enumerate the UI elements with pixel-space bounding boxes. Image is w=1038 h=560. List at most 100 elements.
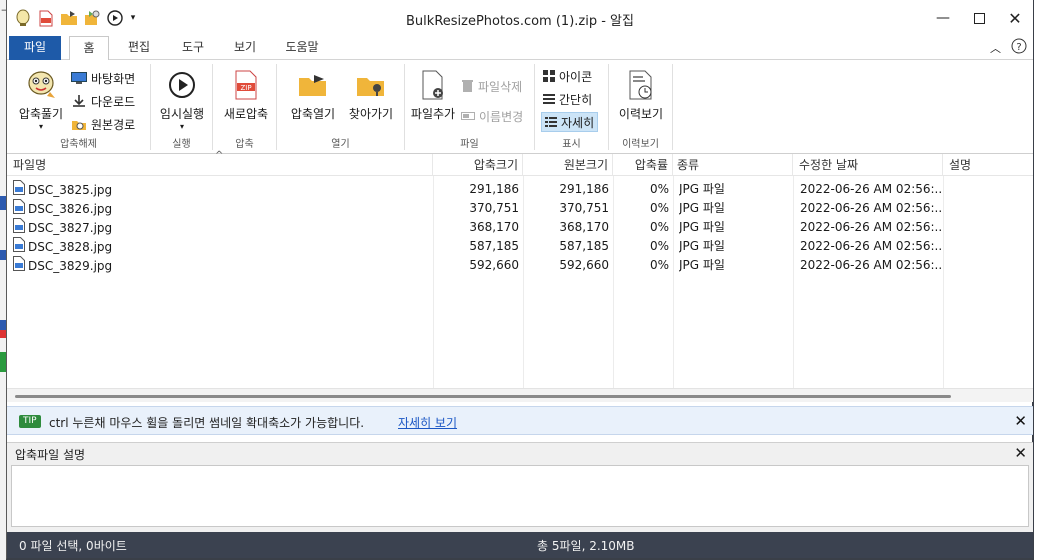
download-icon — [73, 95, 85, 107]
tip-details-link[interactable]: 자세히 보기 — [398, 414, 457, 431]
cell-ratio: 0% — [649, 239, 669, 253]
jpg-file-icon — [13, 218, 25, 237]
view-icons-button[interactable]: 아이콘 — [543, 66, 592, 86]
add-file-button[interactable]: 파일추가 — [407, 68, 459, 122]
view-details-button[interactable]: 자세히 — [541, 112, 599, 132]
jpg-file-icon — [13, 180, 25, 199]
cell-modified: 2022-06-26 AM 02:56:... — [800, 201, 942, 215]
column-name[interactable]: 파일명 — [9, 154, 433, 176]
tip-text: ctrl 누른채 마우스 휠을 돌리면 썸네일 확대축소가 가능합니다. — [49, 416, 365, 430]
group-label-display: 표시 — [562, 139, 581, 150]
group-label-file: 파일 — [460, 139, 479, 150]
extract-mascot-icon — [13, 68, 69, 102]
table-row[interactable]: DSC_3826.jpg 370,751 370,751 0% JPG 파일 2022-0… — [7, 199, 1033, 218]
cell-type: JPG 파일 — [679, 220, 725, 234]
open-folder-icon — [283, 68, 343, 102]
maximize-button[interactable] — [961, 0, 997, 36]
table-row[interactable]: DSC_3825.jpg 291,186 291,186 0% JPG 파일 2022-0… — [7, 180, 1033, 199]
help-icon[interactable]: ? — [1011, 38, 1027, 57]
details-icon — [545, 117, 557, 127]
column-original-size[interactable]: 원본크기 — [523, 154, 613, 176]
status-selection: 0 파일 선택, 0바이트 — [19, 539, 127, 553]
rename-icon — [461, 112, 475, 120]
column-ratio[interactable]: 압축률 — [613, 154, 673, 176]
history-button[interactable]: 이력보기 — [613, 68, 669, 122]
group-label-run: 실행 — [172, 139, 191, 150]
scrollbar-thumb[interactable] — [15, 395, 951, 398]
collapse-ribbon-icon[interactable]: ︿ — [990, 40, 1001, 56]
cell-ratio: 0% — [649, 182, 669, 196]
file-list: DSC_3825.jpg 291,186 291,186 0% JPG 파일 2022-0… — [7, 176, 1033, 388]
extract-dropdown-icon[interactable]: ▾ — [13, 122, 69, 132]
tip-bar: TIP ctrl 누른채 마우스 휠을 돌리면 썸네일 확대축소가 가능합니다.… — [7, 406, 1033, 435]
desktop-icon — [71, 71, 87, 84]
cell-compressed-size: 291,186 — [469, 182, 519, 196]
column-description[interactable]: 설명 — [943, 154, 1031, 176]
add-file-icon — [407, 68, 459, 102]
group-label-compress: 압축 — [235, 139, 254, 150]
group-open: 압축열기 찾아가기 열기 — [277, 64, 405, 150]
new-compress-button[interactable]: ZIP 새로압축 — [219, 68, 273, 122]
tab-file[interactable]: 파일 — [9, 36, 61, 61]
tab-help[interactable]: 도움말 — [277, 36, 327, 60]
tip-close-icon[interactable]: ✕ — [1014, 412, 1027, 430]
tab-view[interactable]: 보기 — [225, 36, 265, 60]
extract-original-path-button[interactable]: 원본경로 — [71, 114, 135, 134]
cell-ratio: 0% — [649, 258, 669, 272]
cell-original-size: 291,186 — [559, 182, 609, 196]
cell-type: JPG 파일 — [679, 258, 725, 272]
column-compressed-size[interactable]: 압축크기 — [433, 154, 523, 176]
column-type[interactable]: 종류 — [673, 154, 793, 176]
title-bar: ▾ BulkResizePhotos.com (1).zip - 알집 — ✕ — [7, 0, 1033, 36]
cell-type: JPG 파일 — [679, 201, 725, 215]
list-icon — [543, 94, 555, 104]
zip-file-icon: ZIP — [219, 68, 273, 102]
cell-modified: 2022-06-26 AM 02:56:... — [800, 220, 942, 234]
close-button[interactable]: ✕ — [997, 0, 1033, 36]
tab-tools[interactable]: 도구 — [173, 36, 213, 60]
archive-description-panel: 압축파일 설명 ✕ — [7, 442, 1033, 532]
view-simple-button[interactable]: 간단히 — [543, 89, 592, 109]
table-row[interactable]: DSC_3828.jpg 587,185 587,185 0% JPG 파일 2022-0… — [7, 237, 1033, 256]
cell-type: JPG 파일 — [679, 182, 725, 196]
cell-file-name: DSC_3827.jpg — [13, 218, 429, 237]
cell-type: JPG 파일 — [679, 239, 725, 253]
ribbon: 압축풀기 ▾ 바탕화면 다운로드 원본경로 압축해제 임시실행 ▾ 실행 ZIP… — [7, 60, 1033, 154]
svg-text:ZIP: ZIP — [240, 84, 251, 92]
tab-home[interactable]: 홈 — [69, 36, 109, 61]
tab-edit[interactable]: 편집 — [119, 36, 159, 60]
cell-ratio: 0% — [649, 201, 669, 215]
group-file: 파일추가 파일삭제 이름변경 파일 — [405, 64, 535, 150]
extract-downloads-button[interactable]: 다운로드 — [71, 91, 135, 111]
browse-button[interactable]: 찾아가기 — [341, 68, 401, 122]
cell-ratio: 0% — [649, 220, 669, 234]
extract-button[interactable]: 압축풀기 ▾ — [13, 68, 69, 132]
file-list-header: ^ 파일명 압축크기 원본크기 압축률 종류 수정한 날짜 설명 — [7, 150, 1033, 176]
column-modified[interactable]: 수정한 날짜 — [793, 154, 943, 176]
delete-file-button[interactable]: 파일삭제 — [461, 76, 522, 96]
run-dropdown-icon[interactable]: ▾ — [155, 122, 209, 132]
horizontal-scrollbar[interactable] — [7, 388, 1033, 402]
minimize-button[interactable]: — — [925, 0, 961, 36]
group-extract: 압축풀기 ▾ 바탕화면 다운로드 원본경로 압축해제 — [7, 64, 151, 150]
cell-compressed-size: 368,170 — [469, 220, 519, 234]
tip-badge: TIP — [19, 415, 41, 428]
group-run: 임시실행 ▾ 실행 — [151, 64, 213, 150]
status-bar: 0 파일 선택, 0바이트 총 5파일, 2.10MB — [7, 532, 1033, 558]
extract-desktop-button[interactable]: 바탕화면 — [71, 68, 135, 88]
open-archive-button[interactable]: 압축열기 — [283, 68, 343, 122]
group-label-extract: 압축해제 — [60, 139, 97, 150]
description-textbox[interactable] — [11, 465, 1029, 527]
history-icon — [613, 68, 669, 102]
table-row[interactable]: DSC_3827.jpg 368,170 368,170 0% JPG 파일 2022-0… — [7, 218, 1033, 237]
cell-original-size: 592,660 — [559, 258, 609, 272]
cell-original-size: 587,185 — [559, 239, 609, 253]
ribbon-tabs: 파일 홈 편집 도구 보기 도움말 ︿ ? — [7, 36, 1033, 61]
play-icon — [155, 68, 209, 102]
rename-button[interactable]: 이름변경 — [461, 106, 523, 126]
cell-file-name: DSC_3829.jpg — [13, 256, 429, 275]
temp-run-button[interactable]: 임시실행 ▾ — [155, 68, 209, 132]
table-row[interactable]: DSC_3829.jpg 592,660 592,660 0% JPG 파일 2022-0… — [7, 256, 1033, 275]
description-close-icon[interactable]: ✕ — [1014, 444, 1027, 462]
group-history: 이력보기 이력보기 — [609, 64, 673, 150]
